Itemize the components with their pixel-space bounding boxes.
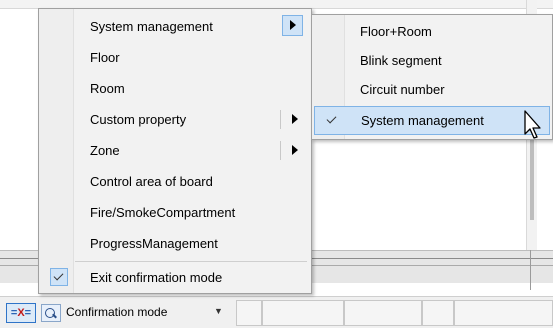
- status-field: [422, 300, 454, 326]
- context-menu: System management Floor Room Custom prop…: [38, 8, 312, 294]
- scrollbar-thumb[interactable]: [530, 130, 534, 220]
- menu-separator: [75, 261, 307, 262]
- menu-item-label: Control area of board: [90, 174, 213, 189]
- menu-item-zone[interactable]: Zone: [39, 136, 311, 165]
- menu-item-label: Circuit number: [360, 82, 445, 97]
- checkmark-icon: [324, 112, 342, 130]
- submenu-arrow-icon: [290, 20, 296, 30]
- mouse-cursor-icon: [524, 110, 541, 139]
- menu-item-floor[interactable]: Floor: [39, 43, 311, 72]
- split-divider: [280, 110, 281, 129]
- submenu-arrow-icon[interactable]: [292, 145, 298, 155]
- menu-item-label: Floor: [90, 50, 120, 65]
- status-field: [344, 300, 422, 326]
- checkmark-icon: [50, 268, 68, 286]
- submenu-item-floor-room[interactable]: Floor+Room: [312, 17, 552, 46]
- menu-item-label: Zone: [90, 143, 120, 158]
- menu-item-system-management[interactable]: System management: [39, 12, 311, 41]
- menu-item-control-area-of-board[interactable]: Control area of board: [39, 167, 311, 196]
- status-bar: =X= Confirmation mode ▼: [0, 296, 553, 328]
- submenu-arrow-icon[interactable]: [292, 114, 298, 124]
- status-field: [236, 300, 262, 326]
- menu-item-label: Blink segment: [360, 53, 442, 68]
- menu-item-label: Exit confirmation mode: [90, 270, 223, 285]
- submenu-arrow-button[interactable]: [282, 15, 303, 36]
- menu-item-custom-property[interactable]: Custom property: [39, 105, 311, 134]
- submenu-item-system-management[interactable]: System management: [314, 106, 550, 135]
- menu-item-label: Custom property: [90, 112, 187, 127]
- split-divider: [280, 141, 281, 160]
- menu-item-label: System management: [361, 113, 484, 128]
- menu-item-label: Fire/SmokeCompartment: [90, 205, 236, 220]
- dropdown-arrow-icon[interactable]: ▼: [214, 306, 223, 316]
- confirmation-mode-icon[interactable]: [41, 304, 61, 322]
- menu-item-fire-smoke-compartment[interactable]: Fire/SmokeCompartment: [39, 198, 311, 227]
- submenu-system-management: Floor+Room Blink segment Circuit number …: [311, 14, 553, 140]
- status-field: [262, 300, 344, 326]
- divider: [530, 250, 531, 290]
- menu-item-room[interactable]: Room: [39, 74, 311, 103]
- menu-item-exit-confirmation-mode[interactable]: Exit confirmation mode: [39, 263, 311, 292]
- menu-item-label: ProgressManagement: [90, 236, 218, 251]
- menu-item-label: System management: [90, 19, 213, 34]
- submenu-item-blink-segment[interactable]: Blink segment: [312, 46, 552, 75]
- menu-item-label: Room: [90, 81, 125, 96]
- exit-mode-icon[interactable]: =X=: [6, 303, 36, 323]
- menu-item-label: Floor+Room: [360, 24, 432, 39]
- menu-item-progress-management[interactable]: ProgressManagement: [39, 229, 311, 258]
- status-field: [454, 300, 553, 326]
- confirmation-mode-label[interactable]: Confirmation mode: [66, 304, 167, 320]
- submenu-item-circuit-number[interactable]: Circuit number: [312, 75, 552, 104]
